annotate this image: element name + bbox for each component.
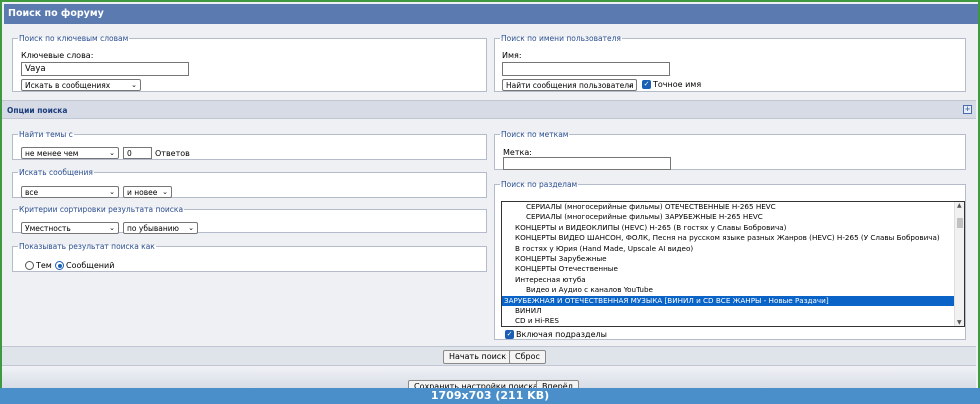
chevron-down-icon: ⌄ [131, 81, 137, 89]
sort-panel: Критерии сортировки результата поиска Ум… [12, 205, 487, 234]
scroll-down-icon[interactable]: ▼ [957, 319, 962, 326]
sort-by-value: Уместность [25, 224, 71, 233]
section-option[interactable]: СЕРИАЛЫ (многосерийные фильмы) ОТЕЧЕСТВЕ… [502, 202, 954, 212]
chevron-down-icon: ⌄ [627, 81, 633, 89]
scroll-thumb[interactable] [957, 218, 963, 228]
search-scope-select[interactable]: Искать в сообщениях ⌄ [21, 79, 141, 91]
search-scope-value: Искать в сообщениях [25, 81, 111, 90]
chevron-down-icon: ⌄ [188, 224, 194, 232]
display-posts-radio[interactable] [55, 261, 64, 270]
username-mode-value: Найти сообщения пользователя [506, 81, 634, 90]
posts-age-select[interactable]: и новее ⌄ [123, 186, 172, 198]
section-option[interactable]: ВИНИЛ [502, 306, 954, 316]
username-search-panel: Поиск по имени пользователя Имя: Найти с… [494, 34, 966, 92]
tag-input[interactable] [503, 157, 671, 170]
search-options-bar[interactable]: Опции поиска + [2, 100, 976, 119]
search-options-title: Опции поиска [7, 106, 68, 115]
chevron-down-icon: ⌄ [109, 188, 115, 196]
username-search-legend: Поиск по имени пользователя [501, 34, 621, 43]
posts-which-value: все [25, 188, 39, 197]
section-option[interactable]: Видео и Аудио с каналов YouTube [502, 285, 954, 295]
tag-label: Метка: [503, 148, 532, 157]
sections-search-panel: Поиск по разделам СЕРИАЛЫ (многосерийные… [494, 180, 966, 340]
sort-legend: Критерии сортировки результата поиска [19, 205, 184, 214]
display-topics-label: Тем [36, 261, 52, 270]
display-panel: Показывать результат поиска как Тем Сооб… [12, 242, 487, 272]
username-label: Имя: [502, 51, 522, 60]
start-search-button[interactable]: Начать поиск [443, 350, 513, 364]
exact-name-checkbox[interactable]: ✓ [642, 80, 651, 89]
keywords-input[interactable]: Vaya [21, 62, 189, 76]
sort-by-select[interactable]: Уместность ⌄ [21, 222, 119, 234]
username-mode-select[interactable]: Найти сообщения пользователя ⌄ [502, 79, 637, 91]
include-subsections-label: Включая подразделы [516, 330, 607, 339]
listbox-scrollbar[interactable]: ▲ ▼ [954, 202, 964, 326]
keyword-search-panel: Поиск по ключевым словам Ключевые слова:… [12, 34, 487, 92]
chevron-down-icon: ⌄ [109, 149, 115, 157]
sort-order-value: по убыванию [127, 224, 179, 233]
scroll-up-icon[interactable]: ▲ [957, 202, 962, 209]
posts-which-select[interactable]: все ⌄ [21, 186, 119, 198]
display-posts-label: Сообщений [66, 261, 115, 270]
section-option[interactable]: КОНЦЕРТЫ ВИДЕО ШАНСОН, ФОЛК, Песня на ру… [502, 233, 954, 243]
section-option[interactable]: КОНЦЕРТЫ и ВИДЕОКЛИПЫ (HEVC) H-265 (В го… [502, 223, 954, 233]
search-posts-legend: Искать сообщения [19, 168, 93, 177]
replies-count-input[interactable]: 0 [123, 147, 152, 159]
section-option[interactable]: КОНЦЕРТЫ Зарубежные [502, 254, 954, 264]
include-subsections-checkbox[interactable]: ✓ [505, 330, 514, 339]
reset-button[interactable]: Сброс [509, 350, 546, 364]
sections-search-legend: Поиск по разделам [501, 180, 578, 189]
expand-icon[interactable]: + [963, 105, 972, 114]
tags-search-panel: Поиск по меткам Метка: [494, 130, 966, 170]
find-topics-legend: Найти темы с [19, 130, 73, 139]
find-topics-panel: Найти темы с не менее чем ⌄ 0 Ответов [12, 130, 487, 160]
section-option[interactable]: КОНЦЕРТЫ Отечественные [502, 264, 954, 274]
section-option[interactable]: В гостях у Юрия (Hand Made, Upscale AI в… [502, 244, 954, 254]
username-input[interactable] [502, 62, 670, 76]
chevron-down-icon: ⌄ [109, 224, 115, 232]
topics-mode-value: не менее чем [25, 149, 79, 158]
sort-order-select[interactable]: по убыванию ⌄ [123, 222, 198, 234]
display-topics-radio[interactable] [25, 261, 34, 270]
exact-name-label: Точное имя [653, 80, 702, 89]
replies-label: Ответов [155, 149, 190, 158]
keyword-search-legend: Поиск по ключевым словам [19, 34, 129, 43]
display-legend: Показывать результат поиска как [19, 242, 155, 251]
posts-age-value: и новее [127, 188, 158, 197]
action-bar: Начать поиск Сброс [2, 346, 976, 366]
topics-mode-select[interactable]: не менее чем ⌄ [21, 147, 119, 159]
sections-listbox[interactable]: СЕРИАЛЫ (многосерийные фильмы) ОТЕЧЕСТВЕ… [501, 201, 965, 327]
section-option[interactable]: Интересная ютуба [502, 275, 954, 285]
tags-search-legend: Поиск по меткам [501, 130, 569, 139]
image-size-overlay: 1709x703 (211 KB) [0, 388, 980, 404]
keywords-label: Ключевые слова: [21, 51, 94, 60]
search-posts-panel: Искать сообщения все ⌄ и новее ⌄ [12, 168, 487, 198]
chevron-down-icon: ⌄ [162, 188, 168, 196]
section-option[interactable]: СЕРИАЛЫ (многосерийные фильмы) ЗАРУБЕЖНЫ… [502, 212, 954, 222]
page-title: Поиск по форуму [4, 4, 978, 24]
section-option[interactable]: CD и Hi-RES [502, 316, 954, 326]
section-option[interactable]: ЗАРУБЕЖНАЯ И ОТЕЧЕСТВЕННАЯ МУЗЫКА [ВИНИЛ… [502, 295, 954, 306]
